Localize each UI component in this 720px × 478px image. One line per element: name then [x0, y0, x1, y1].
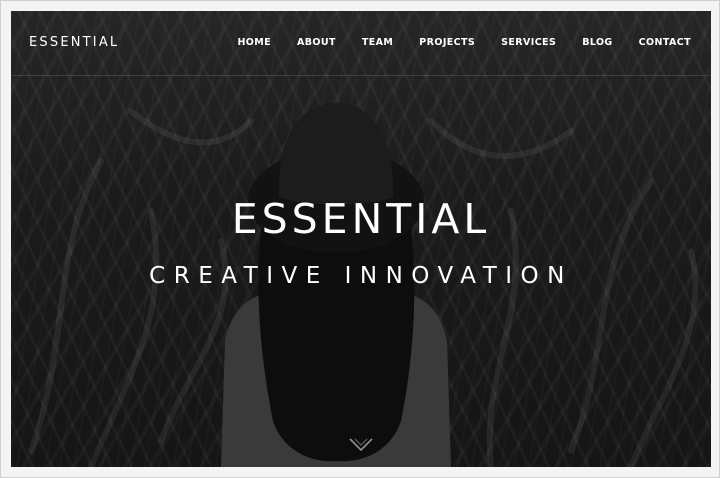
- nav-item-team[interactable]: TEAM: [362, 37, 393, 48]
- nav-item-projects[interactable]: PROJECTS: [419, 37, 475, 48]
- main-nav: HOME ABOUT TEAM PROJECTS SERVICES BLOG C…: [211, 37, 691, 48]
- hero-section: ESSENTIAL HOME ABOUT TEAM PROJECTS SERVI…: [11, 11, 711, 467]
- scroll-down-button[interactable]: [347, 435, 375, 455]
- nav-item-services[interactable]: SERVICES: [501, 37, 556, 48]
- logo[interactable]: ESSENTIAL: [29, 35, 119, 50]
- top-navigation-bar: ESSENTIAL HOME ABOUT TEAM PROJECTS SERVI…: [11, 11, 711, 76]
- nav-item-about[interactable]: ABOUT: [297, 37, 336, 48]
- nav-item-contact[interactable]: CONTACT: [639, 37, 691, 48]
- hero-title: ESSENTIAL: [231, 195, 491, 243]
- chevron-down-icon: [349, 438, 373, 452]
- hero-subtitle: CREATIVE INNOVATION: [149, 263, 573, 289]
- page-frame: ESSENTIAL HOME ABOUT TEAM PROJECTS SERVI…: [0, 0, 720, 478]
- nav-item-home[interactable]: HOME: [237, 37, 271, 48]
- nav-item-blog[interactable]: BLOG: [582, 37, 612, 48]
